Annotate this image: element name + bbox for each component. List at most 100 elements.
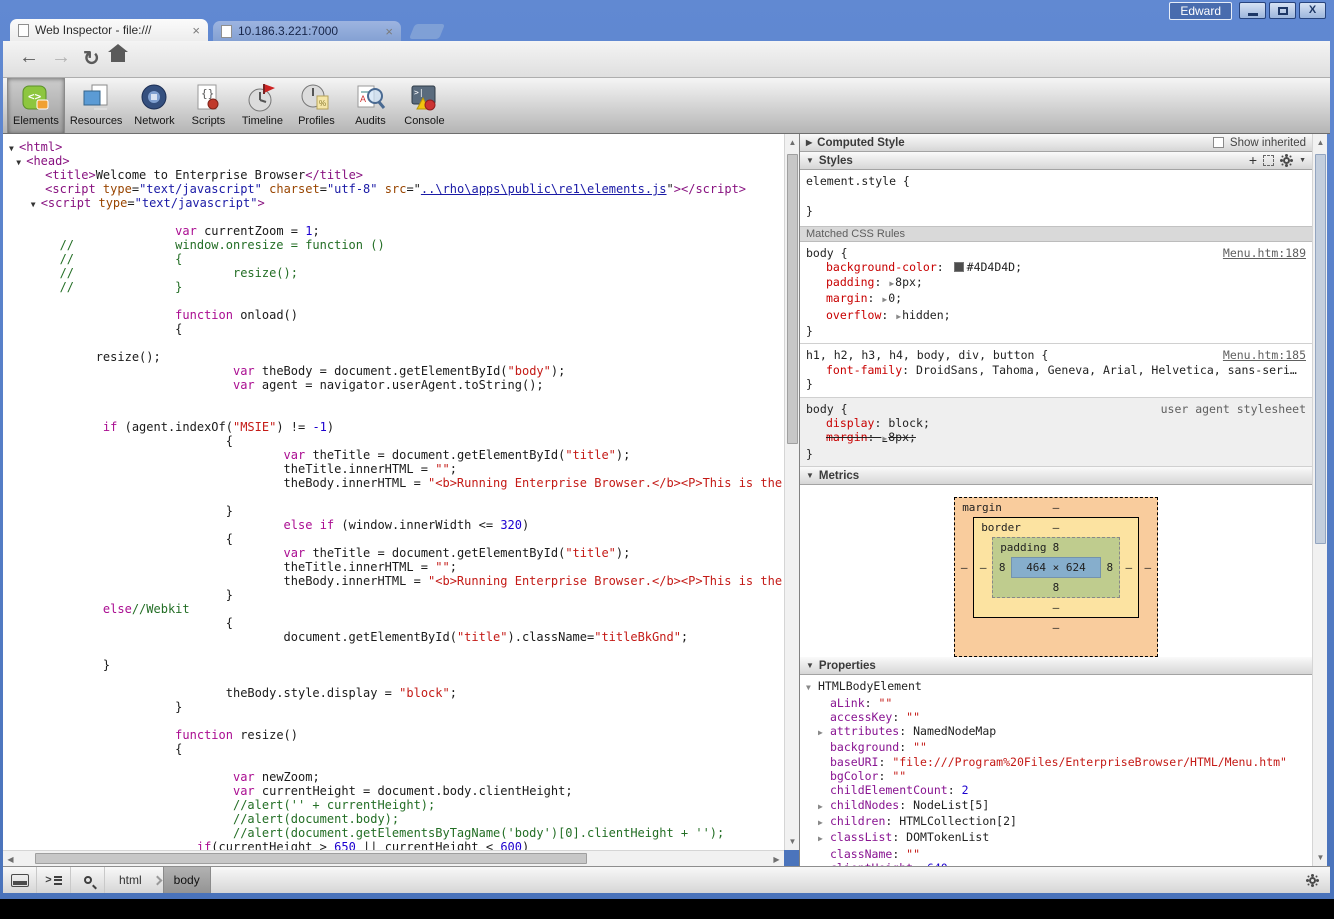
- property-item[interactable]: childElementCount: 2: [806, 783, 1312, 797]
- collapsed-triangle-icon[interactable]: ▶: [818, 726, 830, 740]
- border-box[interactable]: border– – padding8 8 464 × 624 8 8: [973, 517, 1139, 618]
- property-item[interactable]: aLink: "": [806, 696, 1312, 710]
- devtools-tab-console[interactable]: >|Console: [397, 78, 451, 133]
- styles-header[interactable]: ▼ Styles + ▼: [800, 152, 1312, 170]
- collapsed-triangle-icon[interactable]: ▶: [818, 816, 830, 830]
- forward-button[interactable]: →: [51, 46, 71, 69]
- expand-arrow-icon[interactable]: ▶: [882, 434, 887, 443]
- code-line[interactable]: <script type="text/javascript" charset="…: [9, 182, 784, 196]
- code-line[interactable]: [9, 756, 784, 770]
- code-line[interactable]: // resize();: [9, 266, 784, 280]
- scroll-thumb[interactable]: [1315, 154, 1326, 544]
- dock-toggle-button[interactable]: [3, 867, 37, 893]
- code-line[interactable]: {: [9, 742, 784, 756]
- code-line[interactable]: ▼<script type="text/javascript">: [9, 196, 784, 210]
- margin-right-value[interactable]: –: [1139, 561, 1157, 574]
- padding-box[interactable]: padding8 8 464 × 624 8 8: [992, 537, 1120, 598]
- devtools-tab-resources[interactable]: Resources: [65, 78, 128, 133]
- code-line[interactable]: [9, 644, 784, 658]
- tab-close-icon[interactable]: ×: [192, 23, 200, 38]
- property-item[interactable]: ▶attributes: NamedNodeMap: [806, 724, 1312, 740]
- code-line[interactable]: {: [9, 532, 784, 546]
- code-line[interactable]: //alert('' + currentHeight);: [9, 798, 784, 812]
- code-line[interactable]: theBody.innerHTML = "<b>Running Enterpri…: [9, 476, 784, 490]
- code-line[interactable]: }: [9, 658, 784, 672]
- margin-top-value[interactable]: –: [1053, 501, 1060, 514]
- code-line[interactable]: if(currentHeight > 650 || currentHeight …: [9, 840, 784, 850]
- scroll-left-icon[interactable]: ◀: [3, 855, 18, 864]
- code-line[interactable]: theBody.style.display = "block";: [9, 686, 784, 700]
- home-button[interactable]: [111, 52, 125, 62]
- maximize-button[interactable]: [1269, 2, 1296, 19]
- code-horizontal-scrollbar[interactable]: ◀ ▶: [3, 850, 784, 866]
- rule-source-link[interactable]: Menu.htm:185: [1223, 348, 1306, 362]
- rule-source-link[interactable]: Menu.htm:189: [1223, 246, 1306, 260]
- code-line[interactable]: [9, 294, 784, 308]
- scroll-down-icon[interactable]: ▼: [1313, 853, 1328, 862]
- devtools-tab-timeline[interactable]: Timeline: [235, 78, 289, 133]
- code-line[interactable]: function onload(): [9, 308, 784, 322]
- scroll-right-icon[interactable]: ▶: [769, 855, 784, 864]
- code-line[interactable]: var theTitle = document.getElementById("…: [9, 448, 784, 462]
- property-item[interactable]: className: "": [806, 847, 1312, 861]
- code-line[interactable]: [9, 490, 784, 504]
- devtools-tab-audits[interactable]: AAudits: [343, 78, 397, 133]
- code-line[interactable]: // window.onresize = function (): [9, 238, 784, 252]
- reload-button[interactable]: ↻: [83, 46, 100, 71]
- border-top-value[interactable]: –: [1053, 521, 1060, 534]
- expand-arrow-icon[interactable]: ▶: [896, 312, 901, 321]
- code-line[interactable]: [9, 406, 784, 420]
- devtools-tab-network[interactable]: Network: [127, 78, 181, 133]
- code-line[interactable]: ▼<html>: [9, 140, 784, 154]
- padding-left-value[interactable]: 8: [993, 561, 1011, 574]
- settings-gear-icon[interactable]: [1309, 877, 1316, 884]
- code-line[interactable]: if (agent.indexOf("MSIE") != -1): [9, 420, 784, 434]
- code-line[interactable]: else if (window.innerWidth <= 320): [9, 518, 784, 532]
- browser-tab-0[interactable]: Web Inspector - file:///×: [10, 19, 208, 41]
- scroll-up-icon[interactable]: ▲: [1313, 138, 1328, 147]
- close-button[interactable]: X: [1299, 2, 1326, 19]
- code-line[interactable]: theBody.innerHTML = "<b>Running Enterpri…: [9, 574, 784, 588]
- padding-top-value[interactable]: 8: [1053, 541, 1060, 554]
- property-item[interactable]: baseURI: "file:///Program%20Files/Enterp…: [806, 755, 1312, 769]
- gear-icon[interactable]: [1283, 157, 1290, 164]
- css-declaration[interactable]: display: block;: [806, 416, 1306, 430]
- code-line[interactable]: [9, 392, 784, 406]
- element-state-icon[interactable]: [1263, 155, 1274, 166]
- code-line[interactable]: {: [9, 434, 784, 448]
- code-line[interactable]: {: [9, 322, 784, 336]
- margin-left-value[interactable]: –: [955, 561, 973, 574]
- border-bottom-value[interactable]: –: [1053, 601, 1060, 614]
- code-line[interactable]: resize();: [9, 350, 784, 364]
- code-line[interactable]: var agent = navigator.userAgent.toString…: [9, 378, 784, 392]
- property-item[interactable]: background: "": [806, 740, 1312, 754]
- padding-bottom-value[interactable]: 8: [1053, 581, 1060, 594]
- css-declaration[interactable]: background-color: #4D4D4D;: [806, 260, 1306, 274]
- browser-tab-1[interactable]: 10.186.3.221:7000×: [213, 21, 401, 41]
- code-line[interactable]: var theTitle = document.getElementById("…: [9, 546, 784, 560]
- property-item[interactable]: ▶classList: DOMTokenList: [806, 830, 1312, 846]
- code-line[interactable]: // }: [9, 280, 784, 294]
- code-line[interactable]: else//Webkit: [9, 602, 784, 616]
- show-inherited-checkbox[interactable]: [1213, 137, 1224, 148]
- code-line[interactable]: ▼<head>: [9, 154, 784, 168]
- code-line[interactable]: //alert(document.getElementsByTagName('b…: [9, 826, 784, 840]
- css-declaration[interactable]: padding: ▶8px;: [806, 275, 1306, 291]
- scroll-up-icon[interactable]: ▲: [785, 138, 800, 147]
- code-line[interactable]: [9, 672, 784, 686]
- code-line[interactable]: var newZoom;: [9, 770, 784, 784]
- collapsed-triangle-icon[interactable]: ▶: [818, 800, 830, 814]
- devtools-tab-scripts[interactable]: {}Scripts: [181, 78, 235, 133]
- scroll-down-icon[interactable]: ▼: [785, 837, 800, 846]
- property-item[interactable]: accessKey: "": [806, 710, 1312, 724]
- code-line[interactable]: function resize(): [9, 728, 784, 742]
- css-declaration[interactable]: margin: ▶0;: [806, 291, 1306, 307]
- collapsed-triangle-icon[interactable]: ▶: [818, 832, 830, 846]
- properties-header[interactable]: ▼ Properties: [800, 657, 1312, 675]
- property-item[interactable]: bgColor: "": [806, 769, 1312, 783]
- inspect-search-button[interactable]: [71, 867, 105, 893]
- expand-arrow-icon[interactable]: ▶: [889, 279, 894, 288]
- devtools-tab-profiles[interactable]: %Profiles: [289, 78, 343, 133]
- code-line[interactable]: theTitle.innerHTML = "";: [9, 560, 784, 574]
- minimize-button[interactable]: [1239, 2, 1266, 19]
